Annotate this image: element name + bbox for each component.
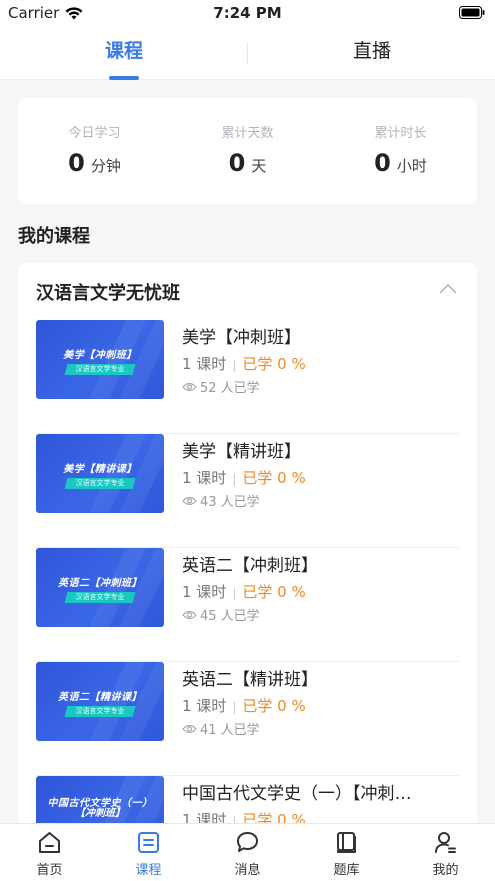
course-name: 英语二【精讲班】 xyxy=(182,670,318,690)
status-bar: Carrier 7:24 PM xyxy=(0,0,495,28)
home-icon xyxy=(39,832,60,853)
section-title: 我的课程 xyxy=(18,226,90,247)
eye-icon xyxy=(182,382,197,391)
nav-courses-label: 课程 xyxy=(135,863,162,878)
course-item[interactable]: 美学【冲刺班】 汉语言文学专业 美学【冲刺班】 1 课时 | 已学 0 % 52 人… xyxy=(36,320,459,434)
course-meta: 1 课时 | 已学 0 % xyxy=(182,469,306,487)
stat-total-hours: 累计时长 0 小时 xyxy=(324,98,477,177)
thumbnail-title: 英语二【精讲课】 xyxy=(58,692,142,703)
tab-courses-label: 课程 xyxy=(104,40,143,62)
lesson-count: 1 课时 xyxy=(182,469,227,487)
profile-icon xyxy=(435,832,456,853)
tab-courses[interactable]: 课程 xyxy=(0,28,248,80)
course-item[interactable]: 英语二【冲刺班】 汉语言文学专业 英语二【冲刺班】 1 课时 | 已学 0 % 45… xyxy=(36,548,459,662)
thumbnail-title: 英语二【冲刺班】 xyxy=(58,578,142,589)
thumbnail-subtitle: 汉语言文学专业 xyxy=(75,479,125,487)
nav-question-bank-label: 题库 xyxy=(333,863,360,878)
top-tab-bar: 课程 直播 xyxy=(0,28,495,80)
nav-messages-label: 消息 xyxy=(234,863,261,878)
course-thumbnail[interactable]: 美学【精讲课】 汉语言文学专业 xyxy=(36,434,164,513)
course-name: 英语二【冲刺班】 xyxy=(182,556,318,576)
stat-unit: 小时 xyxy=(396,157,427,175)
lesson-count: 1 课时 xyxy=(182,583,227,601)
course-item[interactable]: 美学【精讲课】 汉语言文学专业 美学【精讲班】 1 课时 | 已学 0 % 43 人… xyxy=(36,434,459,548)
stat-unit: 分钟 xyxy=(90,157,121,175)
tab-live[interactable]: 直播 xyxy=(248,28,495,80)
course-meta: 1 课时 | 已学 0 % xyxy=(182,583,306,601)
eye-icon xyxy=(182,724,197,733)
lesson-count: 1 课时 xyxy=(182,355,227,373)
course-name: 美学【冲刺班】 xyxy=(182,328,301,348)
study-stats-card: 今日学习 0 分钟 累计天数 0天 累计时长 0 小时 xyxy=(18,98,477,204)
learner-count: 43 人已学 xyxy=(182,491,260,510)
tab-live-label: 直播 xyxy=(352,40,391,62)
course-thumbnail[interactable]: 英语二【精讲课】 汉语言文学专业 xyxy=(36,662,164,741)
stat-label: 今日学习 xyxy=(68,126,121,141)
thumbnail-subtitle: 【冲刺班】 xyxy=(75,808,125,819)
chevron-up-icon[interactable] xyxy=(439,283,457,294)
course-group-card: 汉语言文学无忧班 美学【冲刺班】 汉语言文学专业 美学【冲刺班】 1 课时 | 已学… xyxy=(18,263,477,833)
course-meta: 1 课时 | 已学 0 % xyxy=(182,697,306,715)
learner-count: 41 人已学 xyxy=(182,719,260,738)
eye-icon xyxy=(182,610,197,619)
course-thumbnail[interactable]: 美学【冲刺班】 汉语言文学专业 xyxy=(36,320,164,399)
stat-total-days: 累计天数 0天 xyxy=(171,98,324,177)
stat-value: 0 xyxy=(228,149,246,177)
thumbnail-title: 美学【精讲课】 xyxy=(63,464,137,475)
stat-label: 累计天数 xyxy=(221,126,274,141)
course-name: 美学【精讲班】 xyxy=(182,442,301,462)
thumbnail-subtitle: 汉语言文学专业 xyxy=(75,707,125,715)
stat-value: 0 xyxy=(68,149,85,177)
progress-text: 已学 0 % xyxy=(242,355,306,373)
course-name: 中国古代文学史（一）【冲刺… xyxy=(182,784,412,804)
battery-icon xyxy=(459,6,485,19)
stat-label: 累计时长 xyxy=(374,126,427,141)
stat-unit: 天 xyxy=(251,157,267,175)
lesson-count: 1 课时 xyxy=(182,697,227,715)
thumbnail-subtitle: 汉语言文学专业 xyxy=(75,593,125,601)
learner-count-text: 52 人已学 xyxy=(200,381,260,396)
status-time: 7:24 PM xyxy=(213,4,282,22)
stat-value: 0 xyxy=(374,149,391,177)
learner-count-text: 41 人已学 xyxy=(200,723,260,738)
learner-count: 45 人已学 xyxy=(182,605,260,624)
nav-profile-label: 我的 xyxy=(432,863,459,878)
message-icon xyxy=(237,832,258,852)
question-bank-icon xyxy=(337,832,356,853)
course-meta: 1 课时 | 已学 0 % xyxy=(182,355,306,373)
tab-active-indicator xyxy=(109,76,139,80)
thumbnail-title: 美学【冲刺班】 xyxy=(63,350,137,361)
bottom-nav: 首页 课程 消息 题库 我的 xyxy=(0,823,495,881)
course-group-title[interactable]: 汉语言文学无忧班 xyxy=(36,279,180,305)
eye-icon xyxy=(182,496,197,505)
progress-text: 已学 0 % xyxy=(242,583,306,601)
nav-courses[interactable]: 课程 xyxy=(99,824,198,881)
nav-profile[interactable]: 我的 xyxy=(396,824,495,881)
nav-home[interactable]: 首页 xyxy=(0,824,99,881)
course-thumbnail[interactable]: 英语二【冲刺班】 汉语言文学专业 xyxy=(36,548,164,627)
learner-count-text: 45 人已学 xyxy=(200,609,260,624)
stat-today: 今日学习 0 分钟 xyxy=(18,98,171,177)
thumbnail-subtitle: 汉语言文学专业 xyxy=(75,365,125,373)
course-icon xyxy=(138,832,159,853)
course-item[interactable]: 英语二【精讲课】 汉语言文学专业 英语二【精讲班】 1 课时 | 已学 0 % 41… xyxy=(36,662,459,776)
nav-messages[interactable]: 消息 xyxy=(198,824,297,881)
progress-text: 已学 0 % xyxy=(242,697,306,715)
learner-count-text: 43 人已学 xyxy=(200,495,260,510)
thumbnail-title: 中国古代文学史（一） xyxy=(47,798,153,809)
nav-question-bank[interactable]: 题库 xyxy=(297,824,396,881)
progress-text: 已学 0 % xyxy=(242,469,306,487)
nav-home-label: 首页 xyxy=(36,863,63,878)
learner-count: 52 人已学 xyxy=(182,377,260,396)
